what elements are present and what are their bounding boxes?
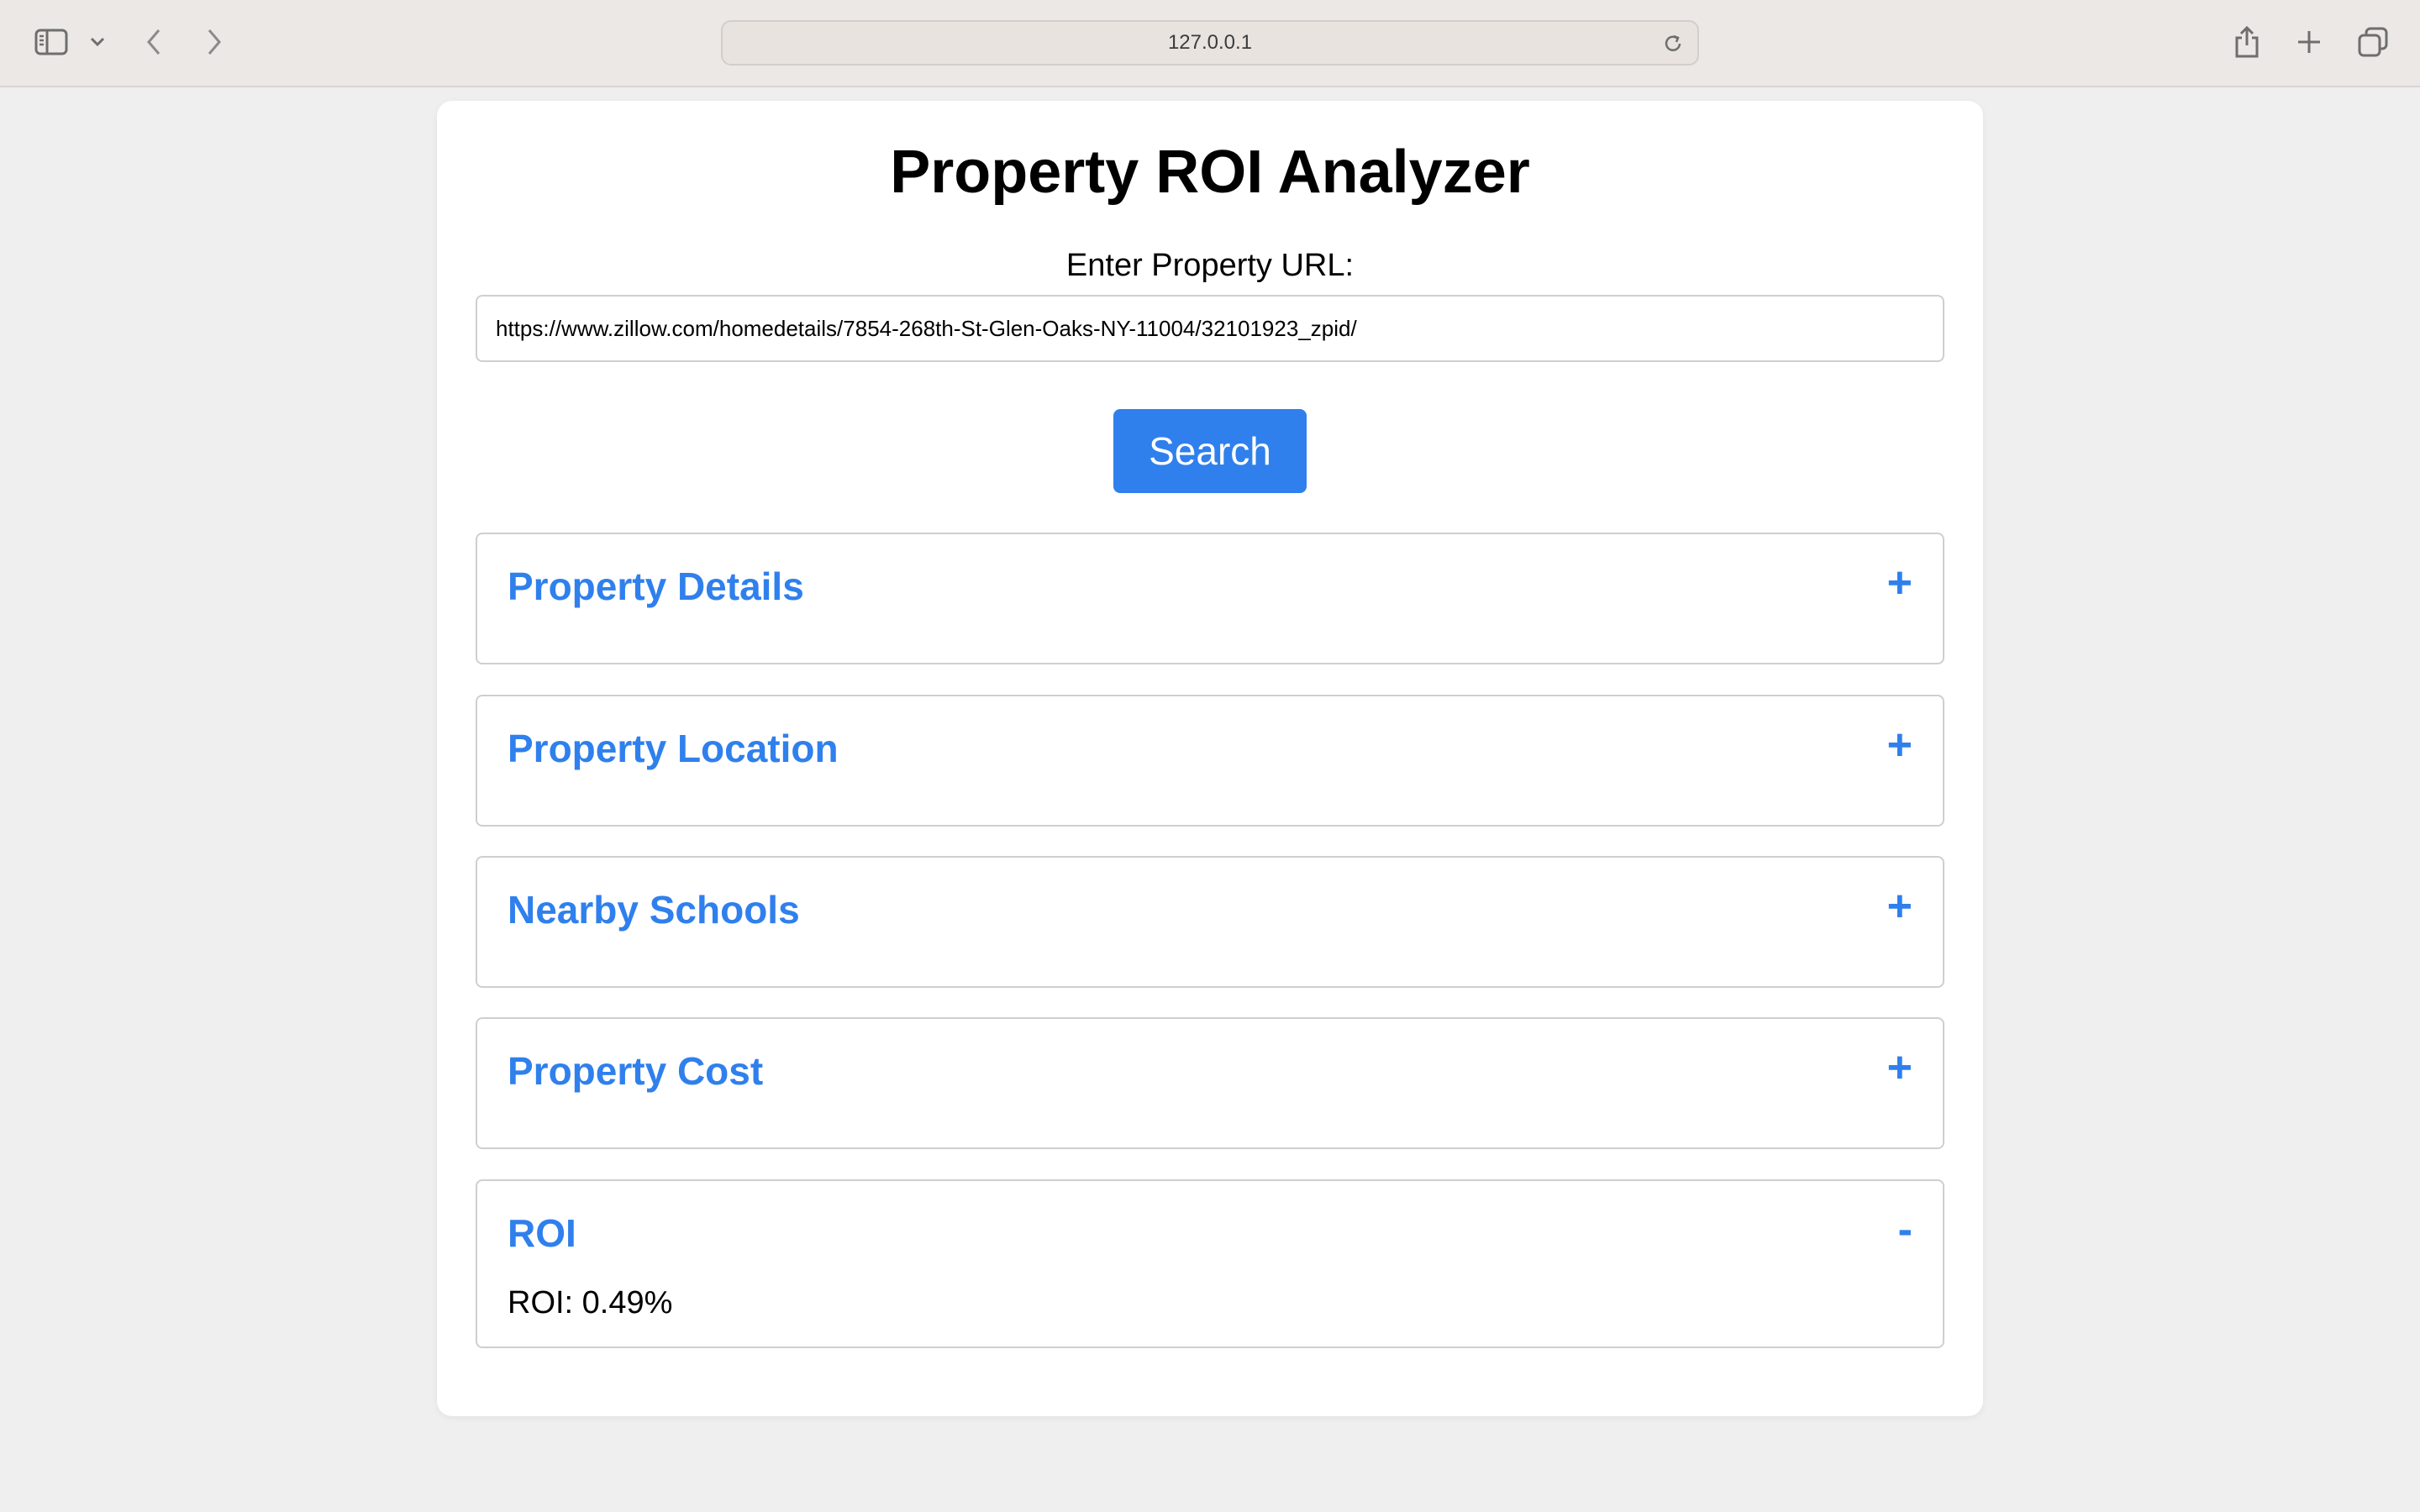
- expand-toggle[interactable]: +: [1887, 559, 1912, 606]
- section-title: Property Details: [508, 564, 804, 608]
- page-title: Property ROI Analyzer: [890, 139, 1530, 206]
- section-nearby-schools[interactable]: Nearby Schools +: [476, 856, 1944, 988]
- section-title: Property Location: [508, 727, 839, 770]
- section-property-location[interactable]: Property Location +: [476, 695, 1944, 827]
- back-icon[interactable]: [141, 25, 166, 59]
- address-text: 127.0.0.1: [1167, 31, 1253, 54]
- expand-toggle[interactable]: +: [1887, 1044, 1912, 1091]
- reload-icon[interactable]: [1662, 33, 1684, 55]
- collapse-toggle[interactable]: -: [1898, 1206, 1912, 1253]
- section-title: ROI: [508, 1211, 576, 1255]
- section-property-cost[interactable]: Property Cost +: [476, 1017, 1944, 1149]
- property-url-input[interactable]: [476, 295, 1944, 362]
- chevron-down-icon[interactable]: [87, 32, 108, 52]
- tabs-overview-icon[interactable]: [2356, 25, 2390, 59]
- forward-icon[interactable]: [202, 25, 227, 59]
- address-bar[interactable]: 127.0.0.1: [721, 20, 1699, 66]
- sidebar-icon[interactable]: [34, 27, 69, 57]
- share-icon[interactable]: [2232, 24, 2262, 60]
- url-label: Enter Property URL:: [1065, 248, 1355, 283]
- section-title: Property Cost: [508, 1049, 764, 1093]
- expand-toggle[interactable]: +: [1887, 883, 1912, 930]
- roi-value: ROI: 0.49%: [508, 1285, 673, 1320]
- section-property-details[interactable]: Property Details +: [476, 533, 1944, 664]
- browser-toolbar: 127.0.0.1: [0, 0, 2420, 87]
- section-roi[interactable]: ROI - ROI: 0.49%: [476, 1179, 1944, 1348]
- expand-toggle[interactable]: +: [1887, 722, 1912, 769]
- section-title: Nearby Schools: [508, 888, 800, 932]
- plus-icon[interactable]: [2294, 27, 2324, 57]
- search-button[interactable]: Search: [1113, 409, 1307, 493]
